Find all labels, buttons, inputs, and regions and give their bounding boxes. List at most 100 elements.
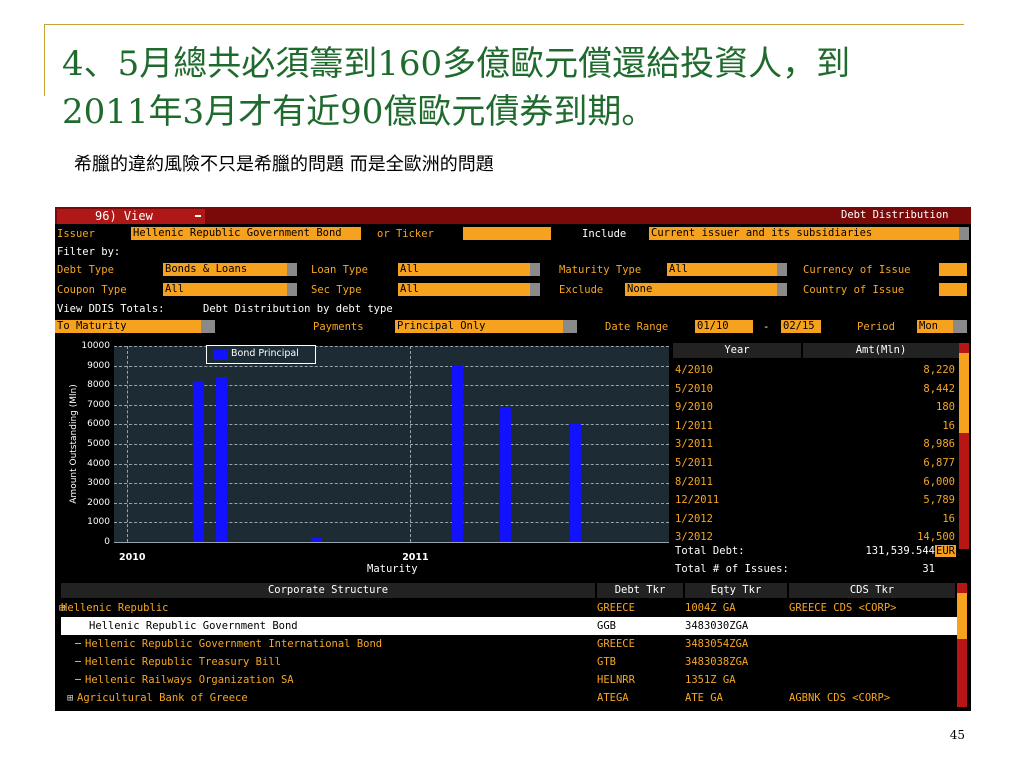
coupon-type-field[interactable]: All [163, 283, 287, 296]
table-cell-year: 3/2011 [675, 438, 713, 451]
maturity-type-field[interactable]: All [667, 263, 777, 276]
issuer-field[interactable]: Hellenic Republic Government Bond [131, 227, 361, 240]
table-cell-amount: 6,000 [923, 475, 955, 488]
country-label: Country of Issue [803, 284, 905, 296]
tree-branch-icon: ─ [75, 674, 82, 686]
issuer-row: Issuer Hellenic Republic Government Bond… [55, 226, 971, 242]
chart-vertical-gridline [127, 346, 128, 542]
corp-table-row[interactable]: ─ Hellenic Republic Treasury Bill GTB 34830… [61, 653, 957, 671]
debt-type-row: Debt Type Bonds & Loans Loan Type All Ma… [55, 262, 971, 278]
maturity-options-row: To Maturity Payments Principal Only Date… [55, 319, 971, 335]
to-maturity-field[interactable]: To Maturity [55, 320, 201, 333]
corp-table-row[interactable]: ─ Hellenic Railways Organization SA HELNRR… [61, 671, 957, 689]
bloomberg-terminal: 96) View Debt Distribution Issuer Hellen… [55, 207, 971, 711]
terminal-titlebar: 96) View Debt Distribution [55, 207, 971, 224]
to-maturity-dropdown-button[interactable] [201, 320, 215, 333]
include-dropdown-button[interactable] [959, 227, 969, 240]
maturity-table: Year Amt(Mln) 4/2010 8,220 5/2010 8,442 9/20… [673, 343, 971, 577]
table-cell-amount: 8,986 [923, 438, 955, 451]
total-debt-label: Total Debt: [675, 545, 745, 557]
chart-gridline [114, 346, 669, 347]
corp-name-cell: Hellenic Republic Government Bond [89, 620, 298, 632]
corp-equity-ticker-cell: 3483038ZGA [685, 656, 749, 668]
maturity-chart: 0 1000 2000 3000 4000 5000 6000 7000 8000 9000 100… [55, 341, 671, 577]
date-separator: - [763, 321, 770, 333]
chart-vertical-gridline [410, 346, 412, 542]
view-totals-value: Debt Distribution by debt type [203, 303, 393, 315]
date-from-field[interactable]: 01/10 [695, 320, 753, 333]
corp-header-eqty: Eqty Tkr [685, 583, 787, 598]
screen-title: Debt Distribution [841, 209, 949, 221]
currency-field[interactable] [939, 263, 967, 276]
country-field[interactable] [939, 283, 967, 296]
corp-table-row[interactable]: ─ Hellenic Republic Government Internatio… [61, 635, 957, 653]
total-issues-label: Total # of Issues: [675, 563, 789, 575]
table-cell-amount: 6,877 [923, 457, 955, 469]
table-header-amount: Amt(Mln) [803, 343, 959, 358]
corp-equity-ticker-cell: ATE GA [685, 692, 723, 704]
chart-x-axis [114, 542, 669, 543]
corp-name-cell: Hellenic Republic Government Internation… [85, 638, 383, 650]
ticker-field[interactable] [463, 227, 551, 240]
exclude-dropdown-button[interactable] [777, 283, 787, 296]
corp-cds-ticker-cell [789, 653, 955, 671]
total-issues-value: 31 [922, 563, 935, 575]
date-range-label: Date Range [605, 321, 669, 333]
table-cell-year: 1/2011 [675, 419, 713, 432]
chart-y-tick-label: 10000 [81, 341, 110, 351]
period-field[interactable]: Mon [917, 320, 953, 333]
currency-label: Currency of Issue [803, 264, 911, 276]
include-field[interactable]: Current issuer and its subsidiaries [649, 227, 959, 240]
slide-top-rule [44, 24, 964, 25]
corp-debt-ticker-cell: GGB [597, 620, 616, 632]
corp-scrollbar-thumb[interactable] [957, 593, 967, 639]
slide-subtitle: 希臘的違約風險不只是希臘的問題 而是全歐洲的問題 [74, 154, 494, 175]
table-cell-year: 8/2011 [675, 475, 713, 488]
corp-name-cell: Hellenic Railways Organization SA [85, 674, 294, 686]
sec-type-field[interactable]: All [398, 283, 530, 296]
debt-type-dropdown-button[interactable] [287, 263, 297, 276]
payments-field[interactable]: Principal Only [395, 320, 563, 333]
chart-y-tick-label: 0 [104, 537, 110, 547]
corp-equity-ticker-cell: 3483030ZGA [685, 620, 749, 632]
view-totals-row: View DDIS Totals: Debt Distribution by d… [55, 301, 971, 317]
filter-row: Filter by: [55, 244, 971, 260]
loan-type-dropdown-button[interactable] [530, 263, 540, 276]
corp-cds-ticker-cell [789, 635, 955, 653]
chart-gridline [114, 365, 669, 367]
date-to-field[interactable]: 02/15 [781, 320, 821, 333]
corp-debt-ticker-cell: GTB [597, 656, 616, 668]
table-header-year: Year [673, 343, 801, 358]
tree-expand-icon[interactable]: ⊞ [67, 689, 73, 707]
chart-x-axis-label: Maturity [367, 563, 418, 575]
total-debt-value: 131,539.544 [865, 545, 935, 557]
corp-debt-ticker-cell: ATEGA [597, 692, 629, 704]
legend-label: Bond Principal [231, 348, 299, 359]
table-cell-amount: 16 [942, 419, 955, 432]
payments-dropdown-button[interactable] [563, 320, 577, 333]
table-scrollbar-thumb[interactable] [959, 353, 969, 433]
loan-type-label: Loan Type [311, 264, 368, 276]
corp-table-row[interactable]: ⊞ Agricultural Bank of Greece ATEGA ATE GA A… [61, 689, 957, 707]
currency-badge[interactable]: EUR [935, 545, 956, 557]
corp-header-structure: Corporate Structure [61, 583, 595, 598]
loan-type-field[interactable]: All [398, 263, 530, 276]
slide-title-line-2: 2011年3月才有近90億歐元債券到期。 [62, 92, 656, 132]
chart-x-tick-label: 2011 [402, 552, 429, 563]
coupon-type-dropdown-button[interactable] [287, 283, 297, 296]
corp-header-debt: Debt Tkr [597, 583, 683, 598]
corp-table-row[interactable]: Hellenic Republic Government Bond GGB 3483… [61, 617, 957, 635]
chart-bar [499, 407, 511, 542]
sec-type-label: Sec Type [311, 284, 362, 296]
period-dropdown-button[interactable] [953, 320, 967, 333]
exclude-field[interactable]: None [625, 283, 777, 296]
maturity-type-label: Maturity Type [559, 264, 642, 276]
debt-type-field[interactable]: Bonds & Loans [163, 263, 287, 276]
maturity-type-dropdown-button[interactable] [777, 263, 787, 276]
sec-type-dropdown-button[interactable] [530, 283, 540, 296]
corp-table-row[interactable]: ⊟ Hellenic Republic GREECE 1004Z GA GREECE C… [59, 599, 957, 617]
issuer-label: Issuer [57, 228, 95, 240]
chart-bar [216, 376, 228, 542]
corp-equity-ticker-cell: 1351Z GA [685, 674, 736, 686]
view-menu-tab[interactable]: 96) View [57, 209, 205, 224]
